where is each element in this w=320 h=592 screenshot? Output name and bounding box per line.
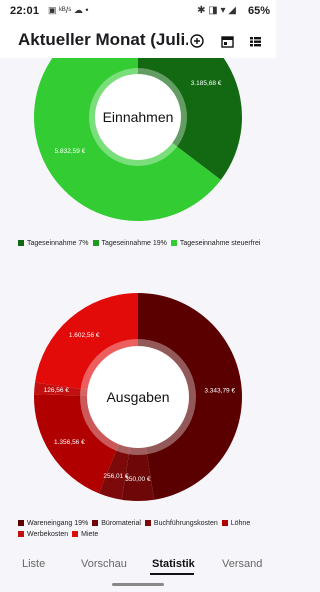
income-legend-swatch [92, 240, 99, 246]
income-legend-label: Tageseinnahme steuerfrei [179, 240, 261, 247]
app-bar: Aktueller Monat (Juli... [0, 24, 276, 58]
add-circle-icon[interactable] [187, 31, 207, 51]
expenses-legend-item-löhne: Löhne [221, 518, 251, 529]
gesture-handle[interactable] [112, 583, 164, 586]
expenses-legend-item-büromaterial: Büromaterial [92, 518, 141, 529]
expenses-legend-label: Werbekosten [27, 531, 69, 538]
page-title: Aktueller Monat (Juli... [18, 30, 188, 49]
income-legend-swatch [170, 240, 177, 246]
income-legend-label: Tageseinnahme 7% [27, 240, 89, 247]
expenses-legend-swatch [18, 520, 24, 526]
list-icon[interactable] [245, 31, 265, 51]
expenses-value-label-werbekosten: 126,56 € [44, 387, 70, 394]
tab-statistik[interactable]: Statistik [152, 558, 195, 570]
income-value-label-tageseinnahme-7: 3.185,68 € [191, 80, 222, 87]
battery-level: 65% [247, 5, 270, 17]
active-tab-indicator [150, 573, 194, 575]
expenses-legend: Wareneingang 19% Büromaterial Buchführungs… [18, 518, 268, 540]
tab-liste[interactable]: Liste [22, 558, 45, 570]
expenses-legend-item-werbekosten: Werbekosten [18, 529, 68, 540]
income-legend-item-tageseinnahme-steuerfrei: Tageseinnahme steuerfrei [170, 238, 261, 249]
income-legend-item-tageseinnahme-19: Tageseinnahme 19% [92, 238, 167, 249]
expenses-legend-swatch [221, 520, 228, 526]
expenses-value-label-löhne: 1.356,56 € [54, 439, 85, 446]
tab-vorschau[interactable]: Vorschau [81, 558, 127, 570]
expenses-legend-swatch [18, 531, 24, 537]
expenses-value-label-miete: 1.602,56 € [69, 332, 100, 339]
expenses-legend-label: Büromaterial [101, 520, 141, 527]
notification-icons: ▣ ᵏᴮ/ˢ ☁ • [48, 5, 89, 15]
expenses-legend-item-buchführungskosten: Buchführungskosten [144, 518, 218, 529]
expenses-value-label-wareneingang-19: 3.343,79 € [204, 388, 235, 395]
calendar-icon[interactable] [217, 31, 237, 51]
status-time: 22:01 [10, 5, 40, 17]
income-value-label-tageseinnahme-steuerfrei: 5.832,59 € [55, 148, 86, 155]
expenses-legend-swatch [92, 520, 99, 526]
expenses-center-label: Ausgaben [106, 389, 169, 405]
expenses-legend-swatch [72, 531, 79, 537]
expenses-legend-label: Wareneingang 19% [27, 520, 89, 527]
expenses-value-label-buchführungskosten: 256,01 € [103, 473, 129, 480]
expenses-legend-label: Miete [81, 531, 99, 538]
income-legend-label: Tageseinnahme 19% [101, 240, 167, 247]
expenses-legend-label: Löhne [230, 520, 251, 527]
status-bar: 22:01 ▣ ᵏᴮ/ˢ ☁ • ✱ ◨ ▾ ◢ 65% [0, 0, 276, 24]
system-icons: ✱ ◨ ▾ ◢ [197, 5, 236, 16]
expenses-value-label-büromaterial: 350,00 € [125, 476, 151, 483]
expenses-legend-item-wareneingang-19: Wareneingang 19% [18, 518, 88, 529]
statistics-content[interactable]: Einnahmen 3.185,68 € 5.832,59 € Tageseinn… [0, 58, 276, 552]
income-legend: Tageseinnahme 7% Tageseinnahme 19% Tagesei… [18, 238, 268, 249]
tab-versand[interactable]: Versand [222, 558, 262, 570]
expenses-legend-swatch [144, 520, 151, 526]
bottom-navigation: Liste Vorschau Statistik Versand [0, 552, 276, 578]
income-legend-item-tageseinnahme-7: Tageseinnahme 7% [18, 238, 89, 249]
income-legend-swatch [18, 240, 24, 246]
expenses-legend-item-miete: Miete [72, 529, 98, 540]
expenses-donut-chart: Ausgaben 3.343,79 € 350,00 €256,01 € 1.356… [34, 293, 243, 501]
income-center-label: Einnahmen [103, 109, 174, 125]
expenses-legend-label: Buchführungskosten [153, 520, 218, 527]
income-donut-chart: Einnahmen 3.185,68 € 5.832,59 € [34, 58, 242, 221]
system-navigation-bar [0, 578, 276, 592]
